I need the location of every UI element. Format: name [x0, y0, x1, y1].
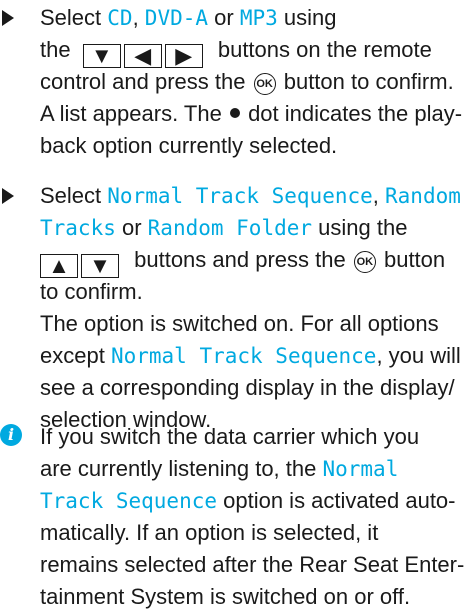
option-dvd-a: DVD-A	[144, 6, 209, 30]
text: button	[383, 247, 446, 272]
text: buttons on the remote	[217, 37, 432, 62]
text: button to confirm.	[283, 69, 454, 94]
ok-button-icon: OK	[253, 73, 276, 95]
text: Select	[40, 183, 108, 208]
text: except	[40, 343, 111, 368]
option-normal-track-sequence: Normal Track Sequence	[110, 344, 377, 368]
option-mp3: MP3	[239, 6, 278, 30]
down-key-icon: ▼	[82, 43, 121, 68]
note-body: If you switch the data carrier which you…	[40, 421, 464, 613]
option-random-tracks: Tracks	[40, 216, 116, 240]
info-icon: i	[0, 424, 22, 446]
text: are currently listening to, the	[40, 456, 323, 481]
text: control and press the	[40, 69, 246, 94]
text: back option currently selected.	[40, 133, 338, 158]
down-key-icon: ▼	[81, 253, 119, 278]
option-cd: CD	[107, 6, 133, 30]
text: Select	[40, 5, 108, 30]
text: or	[208, 5, 240, 30]
text: ,	[132, 5, 145, 30]
option-random-tracks: Random	[385, 184, 461, 208]
step-bullet-icon	[2, 10, 14, 26]
text: the	[40, 37, 71, 62]
text: ,	[372, 183, 386, 208]
selection-dot-icon	[229, 108, 240, 118]
text: using	[277, 5, 337, 30]
text: dot indicates the play-	[248, 101, 463, 126]
text: using the	[312, 215, 408, 240]
left-key-icon: ◀	[123, 43, 162, 68]
option-normal-track-sequence: Track Sequence	[40, 489, 218, 513]
text: If you switch the data carrier which you	[40, 424, 420, 449]
option-normal-track-sequence: Normal Track Sequence	[107, 184, 373, 208]
text: , you will	[376, 343, 461, 368]
text: matically. If an option is selected, it	[40, 520, 379, 545]
remote-keys: ▼ ◀ ▶	[82, 43, 206, 68]
up-key-icon: ▲	[40, 253, 78, 278]
manual-page: Select CD, DVD-A or MP3 using the ▼ ◀ ▶ …	[0, 0, 464, 609]
remote-keys: ▲ ▼	[40, 253, 122, 278]
text: A list appears. The	[40, 101, 222, 126]
step-body: Select CD, DVD-A or MP3 using the ▼ ◀ ▶ …	[40, 2, 462, 162]
text: see a corresponding display in the displ…	[40, 375, 455, 400]
text: or	[115, 215, 148, 240]
step-bullet-icon	[2, 188, 14, 204]
option-random-folder: Random Folder	[147, 216, 313, 240]
ok-button-icon: OK	[353, 251, 376, 273]
right-key-icon: ▶	[164, 43, 203, 68]
text: to confirm.	[40, 279, 143, 304]
text: remains selected after the Rear Seat Ent…	[40, 552, 464, 577]
text: The option is switched on. For all optio…	[40, 311, 439, 336]
text: tainment System is switched on or off.	[40, 584, 411, 609]
text: option is activated auto-	[217, 488, 456, 513]
step-body: Select Normal Track Sequence, Random Tra…	[40, 180, 462, 436]
option-normal-track-sequence: Normal	[322, 457, 399, 481]
text: buttons and press the	[134, 247, 346, 272]
